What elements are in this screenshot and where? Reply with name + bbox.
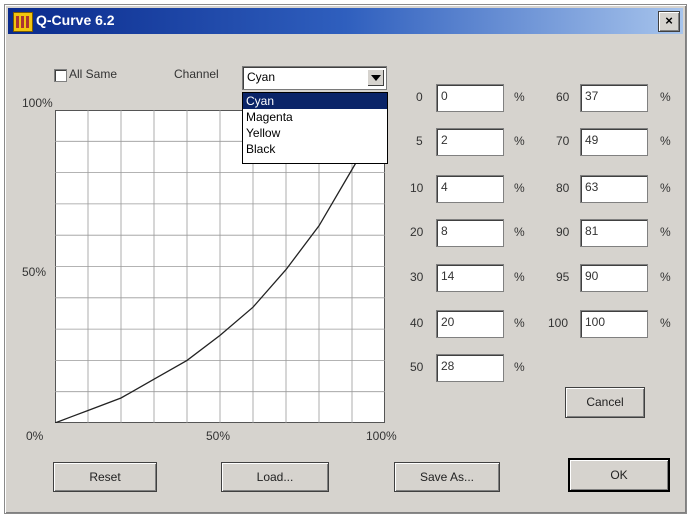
ok-button[interactable]: OK: [568, 458, 670, 492]
output-field-30[interactable]: 14: [436, 264, 504, 292]
output-field-0[interactable]: 0: [436, 84, 504, 112]
close-button[interactable]: ×: [658, 11, 680, 32]
channel-option-cyan[interactable]: Cyan: [243, 93, 387, 109]
input-label-30: 30: [410, 270, 424, 284]
channel-option-magenta[interactable]: Magenta: [243, 109, 387, 125]
title-bar[interactable]: Q-Curve 6.2 ×: [8, 8, 683, 34]
app-icon: [13, 12, 33, 32]
input-label-70: 70: [556, 134, 570, 148]
input-label-20: 20: [410, 225, 424, 239]
x-axis-mid-label: 50%: [206, 429, 231, 443]
percent-label: %: [660, 181, 671, 195]
all-same-label: All Same: [69, 67, 118, 81]
input-label-90: 90: [556, 225, 570, 239]
load-button[interactable]: Load...: [221, 462, 329, 492]
all-same-checkbox[interactable]: [54, 69, 67, 82]
percent-label: %: [514, 181, 525, 195]
percent-label: %: [660, 270, 671, 284]
output-field-20[interactable]: 8: [436, 219, 504, 247]
output-field-80[interactable]: 63: [580, 175, 648, 203]
input-label-10: 10: [410, 181, 424, 195]
x-axis-end-label: 100%: [366, 429, 397, 443]
reset-button[interactable]: Reset: [53, 462, 157, 492]
output-field-50[interactable]: 28: [436, 354, 504, 382]
percent-label: %: [514, 360, 525, 374]
output-field-95[interactable]: 90: [580, 264, 648, 292]
x-axis-start-label: 0%: [26, 429, 44, 443]
y-axis-mid-label: 50%: [22, 265, 47, 279]
input-label-0: 0: [416, 90, 423, 104]
y-axis-top-label: 100%: [22, 96, 53, 110]
output-field-5[interactable]: 2: [436, 128, 504, 156]
percent-label: %: [514, 134, 525, 148]
input-label-40: 40: [410, 316, 424, 330]
output-field-100[interactable]: 100: [580, 310, 648, 338]
input-label-60: 60: [556, 90, 570, 104]
output-field-90[interactable]: 81: [580, 219, 648, 247]
channel-dropdown-list: Cyan Magenta Yellow Black: [242, 92, 388, 164]
percent-label: %: [660, 90, 671, 104]
channel-option-black[interactable]: Black: [243, 141, 387, 157]
percent-label: %: [514, 316, 525, 330]
percent-label: %: [514, 270, 525, 284]
output-field-60[interactable]: 37: [580, 84, 648, 112]
output-field-40[interactable]: 20: [436, 310, 504, 338]
percent-label: %: [514, 225, 525, 239]
window-title: Q-Curve 6.2: [36, 12, 115, 28]
percent-label: %: [660, 225, 671, 239]
percent-label: %: [660, 316, 671, 330]
output-field-10[interactable]: 4: [436, 175, 504, 203]
percent-label: %: [514, 90, 525, 104]
channel-selected-value: Cyan: [247, 70, 276, 84]
input-label-50: 50: [410, 360, 424, 374]
input-label-95: 95: [556, 270, 570, 284]
cancel-button[interactable]: Cancel: [565, 387, 645, 418]
input-label-5: 5: [416, 134, 423, 148]
channel-select[interactable]: Cyan: [242, 66, 387, 90]
percent-label: %: [660, 134, 671, 148]
channel-label: Channel: [174, 67, 219, 81]
output-field-70[interactable]: 49: [580, 128, 648, 156]
save-as-button[interactable]: Save As...: [394, 462, 500, 492]
channel-option-yellow[interactable]: Yellow: [243, 125, 387, 141]
input-label-100: 100: [548, 316, 569, 330]
input-label-80: 80: [556, 181, 570, 195]
chevron-down-icon[interactable]: [367, 69, 384, 86]
